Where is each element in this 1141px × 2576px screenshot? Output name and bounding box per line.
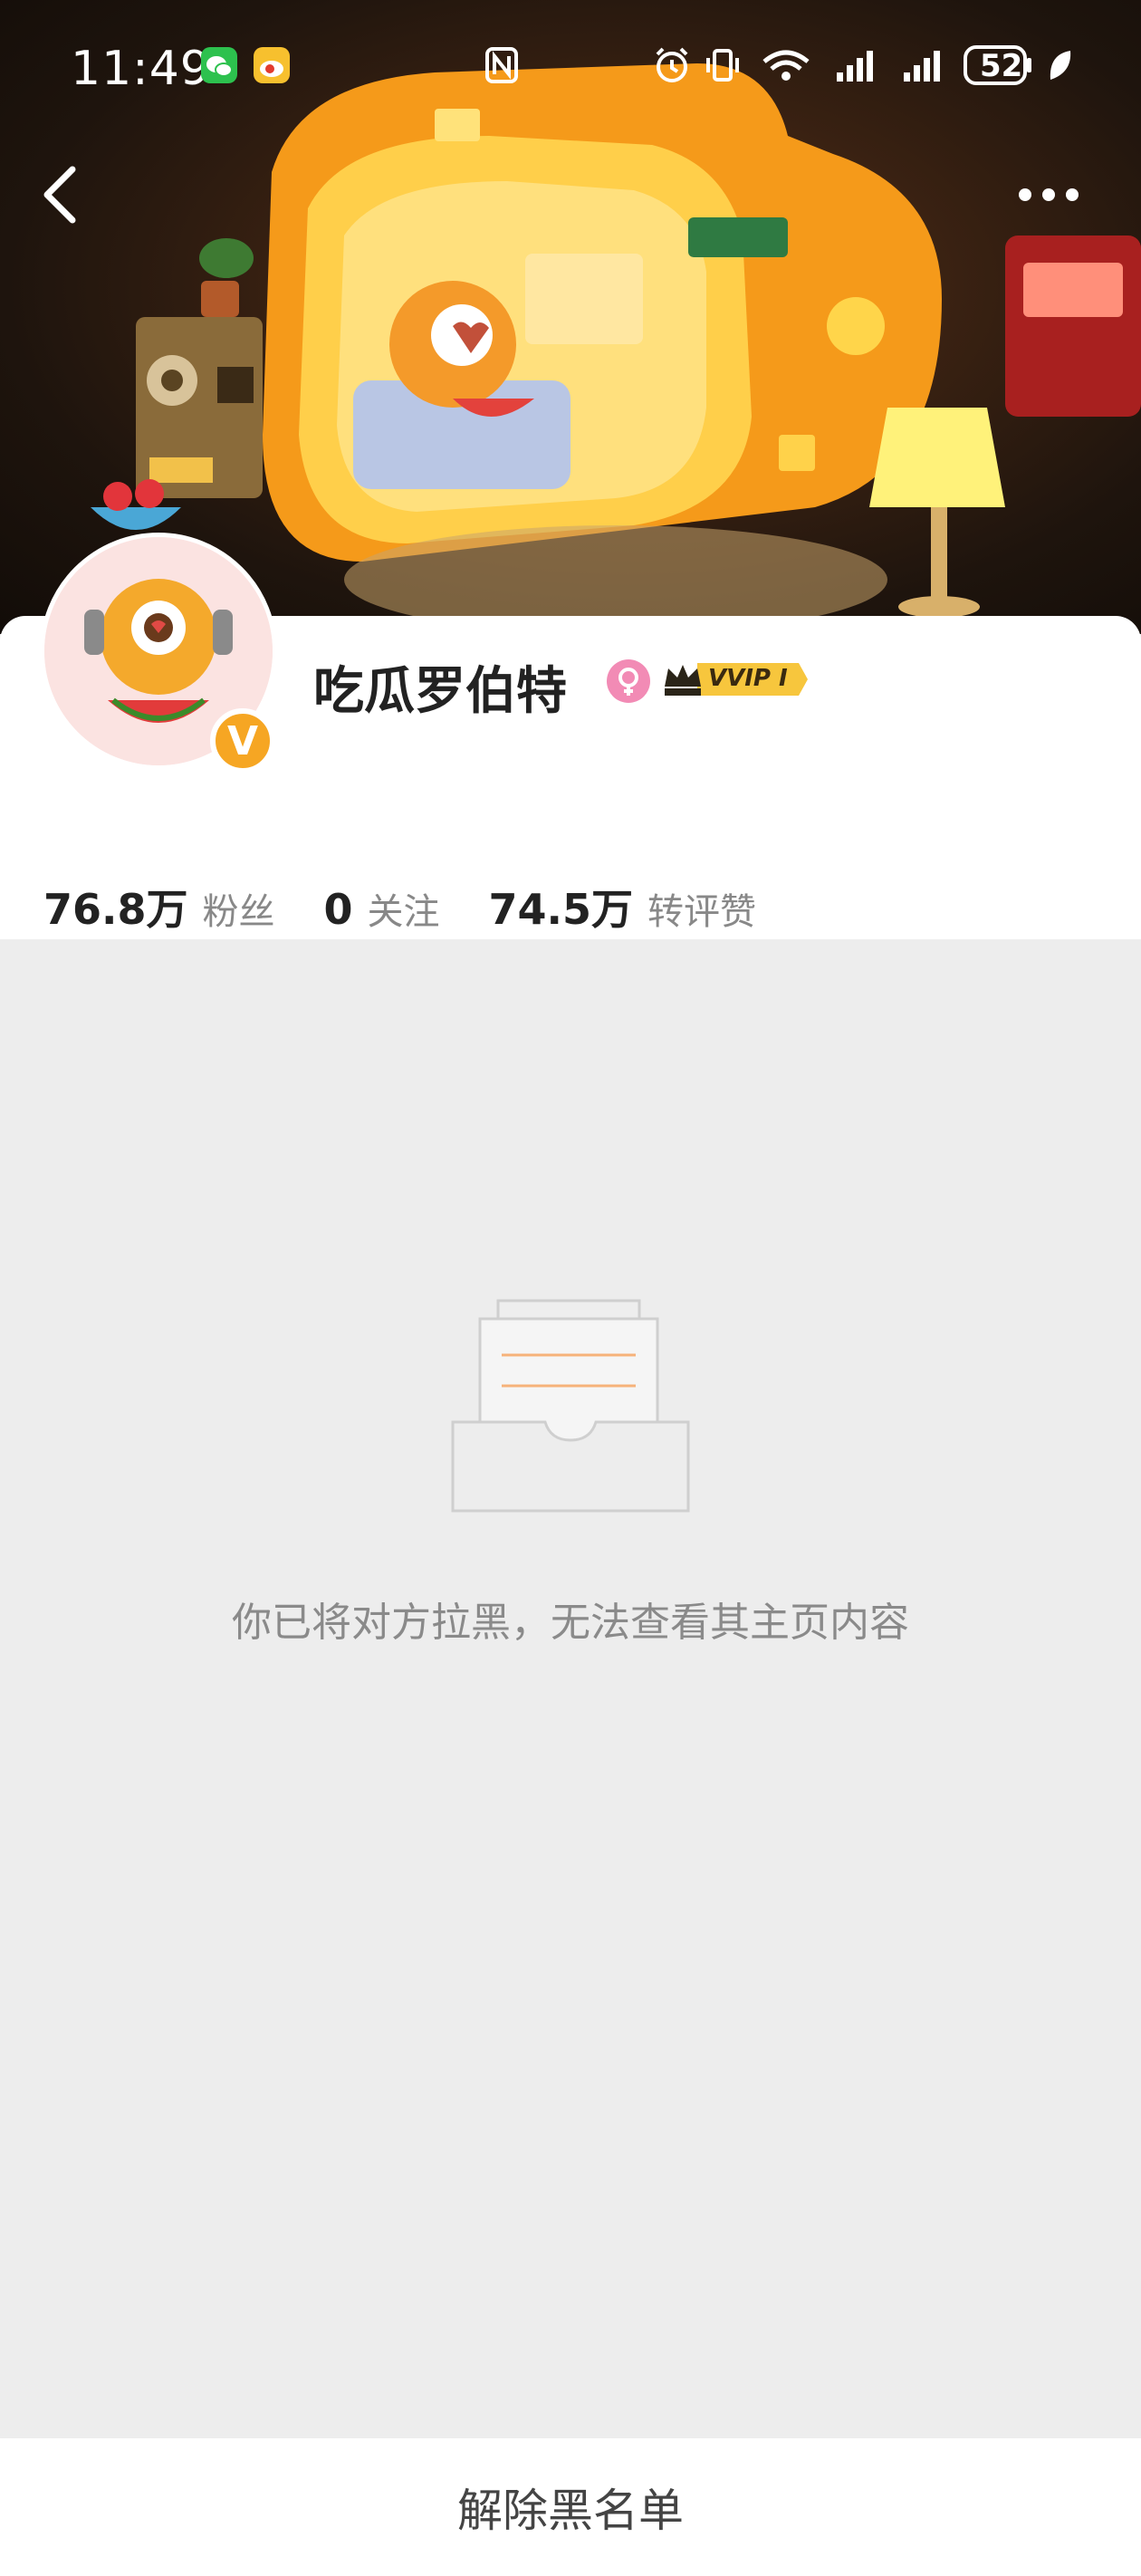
engagement-label: 转评赞 (647, 891, 757, 933)
wechat-icon (199, 45, 239, 89)
status-bar: 11:49 52 (0, 0, 1141, 136)
empty-inbox-icon (451, 1297, 690, 1513)
blocked-message: 你已将对方拉黑，无法查看其主页内容 (232, 1600, 909, 1646)
followers-count[interactable]: 76.8万 (43, 877, 188, 937)
unblock-button[interactable]: 解除黑名单 (457, 2475, 684, 2540)
more-dots-icon (1019, 188, 1079, 201)
signal-icon-2 (900, 45, 951, 89)
unblock-bar[interactable]: 解除黑名单 (0, 2438, 1141, 2576)
vvip-badge[interactable]: VVIP I (663, 659, 810, 699)
profile-stats: 76.8万 粉丝 0 关注 74.5万 转评赞 (43, 877, 805, 937)
back-button[interactable] (36, 159, 91, 231)
alarm-icon (652, 45, 692, 89)
nfc-icon (482, 45, 522, 89)
vibrate-icon (703, 45, 743, 89)
verified-badge: V (210, 708, 275, 774)
more-button[interactable] (1012, 177, 1085, 213)
weibo-icon (252, 45, 292, 89)
status-time: 11:49 (71, 42, 211, 96)
wifi-icon (759, 45, 813, 89)
female-icon (607, 659, 650, 703)
profile-username: 吃瓜罗伯特 (313, 662, 567, 721)
leaf-icon (1043, 45, 1076, 89)
signal-icon (833, 45, 884, 89)
engagement-count: 74.5万 (488, 885, 634, 934)
vvip-label: VVIP I (708, 665, 788, 692)
battery-level: 52 (980, 48, 1023, 84)
chevron-left-icon (43, 166, 76, 224)
following-label[interactable]: 关注 (368, 882, 440, 935)
following-count[interactable]: 0 (324, 885, 353, 934)
followers-label[interactable]: 粉丝 (203, 882, 275, 935)
